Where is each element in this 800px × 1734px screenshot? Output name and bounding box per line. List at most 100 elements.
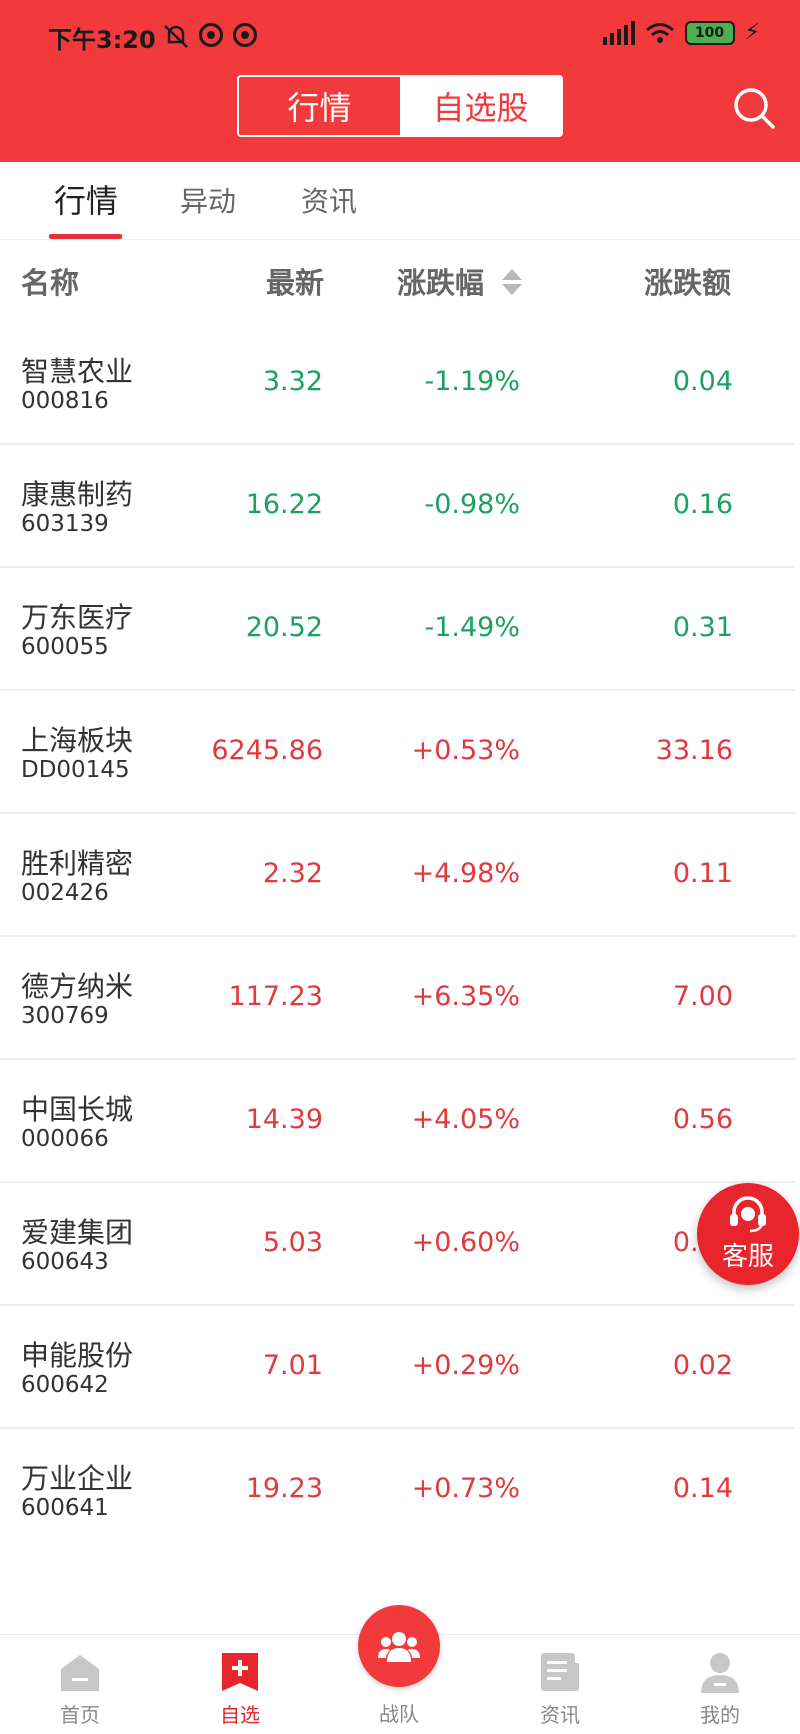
nav-watchlist-label: 自选	[220, 1703, 260, 1727]
table-row[interactable]: 康惠制药 603139 16.22 -0.98% 0.16	[0, 445, 795, 568]
stock-price: 2.32	[262, 858, 323, 889]
table-row[interactable]: 中国长城 000066 14.39 +4.05% 0.56	[0, 1060, 795, 1183]
nav-home[interactable]: 首页	[0, 1635, 160, 1734]
app-header: 下午3:20 100 ⚡ 行情 自选股	[0, 0, 800, 162]
stock-price: 6245.86	[211, 735, 323, 766]
segment-market[interactable]: 行情	[239, 77, 400, 135]
stock-price: 7.01	[262, 1350, 323, 1381]
nav-watchlist[interactable]: 自选	[160, 1635, 320, 1734]
market-segment-control: 行情 自选股	[237, 75, 563, 137]
stock-price: 5.03	[262, 1227, 323, 1258]
table-row[interactable]: 智慧农业 000816 3.32 -1.19% 0.04	[0, 322, 795, 445]
stock-name: 爱建集团	[21, 1216, 134, 1249]
nav-profile[interactable]: 我的	[640, 1635, 800, 1734]
table-row[interactable]: 万东医疗 600055 20.52 -1.49% 0.31	[0, 568, 795, 691]
nav-team[interactable]	[358, 1605, 440, 1687]
column-price[interactable]: 最新	[266, 260, 324, 302]
status-time: 下午3:20	[48, 26, 156, 54]
stock-pct: +0.73%	[411, 1473, 520, 1504]
customer-service-button[interactable]: 客服	[697, 1183, 799, 1285]
table-row[interactable]: 万业企业 600641 19.23 +0.73% 0.14	[0, 1429, 795, 1552]
stock-change: 0.11	[672, 858, 733, 889]
sort-icon[interactable]	[500, 266, 524, 298]
tab-market[interactable]: 行情	[54, 176, 118, 222]
column-change[interactable]: 涨跌额	[644, 260, 731, 302]
segment-watchlist[interactable]: 自选股	[400, 77, 561, 135]
nav-news-label: 资讯	[540, 1703, 580, 1727]
stock-pct: +0.60%	[411, 1227, 520, 1258]
stock-name: 胜利精密	[21, 847, 134, 880]
stock-change: 0.02	[672, 1350, 733, 1381]
stock-name: 万东医疗	[21, 601, 134, 634]
charging-icon: ⚡	[744, 20, 760, 45]
nav-home-label: 首页	[60, 1703, 100, 1727]
status-bar: 下午3:20 100 ⚡	[0, 0, 800, 70]
stock-price: 3.32	[262, 366, 323, 397]
sub-tabs: 行情 异动 资讯	[0, 162, 800, 240]
stock-code: 600641	[21, 1495, 109, 1521]
active-tab-indicator	[49, 234, 122, 239]
stock-price: 16.22	[245, 489, 323, 520]
app-notification-icon	[233, 23, 257, 47]
tab-news[interactable]: 资讯	[301, 180, 357, 220]
search-icon[interactable]	[730, 84, 778, 132]
stock-code: 000066	[21, 1126, 109, 1152]
stock-name: 康惠制药	[21, 478, 134, 511]
stock-name: 万业企业	[21, 1462, 134, 1495]
table-row[interactable]: 爱建集团 600643 5.03 +0.60% 0.03	[0, 1183, 795, 1306]
stock-code: 300769	[21, 1003, 109, 1029]
tab-movement[interactable]: 异动	[180, 180, 236, 220]
stock-name: 申能股份	[21, 1339, 134, 1372]
stock-code: 600642	[21, 1372, 109, 1398]
stock-change: 7.00	[672, 981, 733, 1012]
table-row[interactable]: 胜利精密 002426 2.32 +4.98% 0.11	[0, 814, 795, 937]
headset-icon	[730, 1195, 766, 1232]
table-row[interactable]: 申能股份 600642 7.01 +0.29% 0.02	[0, 1306, 795, 1429]
stock-code: 002426	[21, 880, 109, 906]
stock-change: 0.31	[672, 612, 733, 643]
stock-price: 20.52	[245, 612, 323, 643]
stock-code: DD00145	[21, 757, 130, 783]
stock-change: 0.56	[672, 1104, 733, 1135]
stock-name: 中国长城	[21, 1093, 134, 1126]
watchlist-table: 智慧农业 000816 3.32 -1.19% 0.04 康惠制药 603139…	[0, 322, 800, 1552]
nav-profile-label: 我的	[700, 1703, 740, 1727]
stock-change: 0.14	[672, 1473, 733, 1504]
stock-code: 000816	[21, 388, 109, 414]
stock-pct: -0.98%	[424, 489, 520, 520]
stock-pct: -1.49%	[424, 612, 520, 643]
stock-pct: +4.98%	[411, 858, 520, 889]
column-name: 名称	[21, 266, 80, 300]
signal-icon	[602, 20, 635, 45]
table-row[interactable]: 上海板块 DD00145 6245.86 +0.53% 33.16	[0, 691, 795, 814]
app-notification-icon	[199, 23, 223, 47]
nav-team-label: 战队	[379, 1702, 419, 1726]
mute-bell-icon	[164, 25, 188, 48]
stock-pct: +6.35%	[411, 981, 520, 1012]
stock-code: 600643	[21, 1249, 109, 1275]
nav-news[interactable]: 资讯	[480, 1635, 640, 1734]
team-icon	[378, 1632, 420, 1662]
stock-name: 德方纳米	[21, 970, 134, 1003]
stock-change: 0.16	[672, 489, 733, 520]
table-row[interactable]: 德方纳米 300769 117.23 +6.35% 7.00	[0, 937, 795, 1060]
news-icon	[541, 1653, 579, 1691]
stock-pct: +4.05%	[411, 1104, 520, 1135]
stock-pct: -1.19%	[424, 366, 520, 397]
column-header: 名称 最新 涨跌幅 涨跌额	[0, 240, 800, 315]
stock-code: 603139	[21, 511, 109, 537]
wifi-icon	[645, 22, 674, 43]
stock-pct: +0.29%	[411, 1350, 520, 1381]
customer-service-label: 客服	[721, 1241, 774, 1272]
stock-price: 19.23	[245, 1473, 323, 1504]
status-right: 100 ⚡	[602, 20, 760, 45]
stock-price: 117.23	[228, 981, 323, 1012]
profile-icon	[701, 1653, 739, 1693]
stock-name: 智慧农业	[21, 355, 134, 388]
stock-change: 0.04	[672, 366, 733, 397]
column-pct[interactable]: 涨跌幅	[397, 260, 484, 302]
stock-change: 33.16	[655, 735, 733, 766]
notification-icons	[162, 22, 258, 50]
watchlist-icon	[222, 1653, 258, 1691]
home-icon	[61, 1655, 99, 1691]
